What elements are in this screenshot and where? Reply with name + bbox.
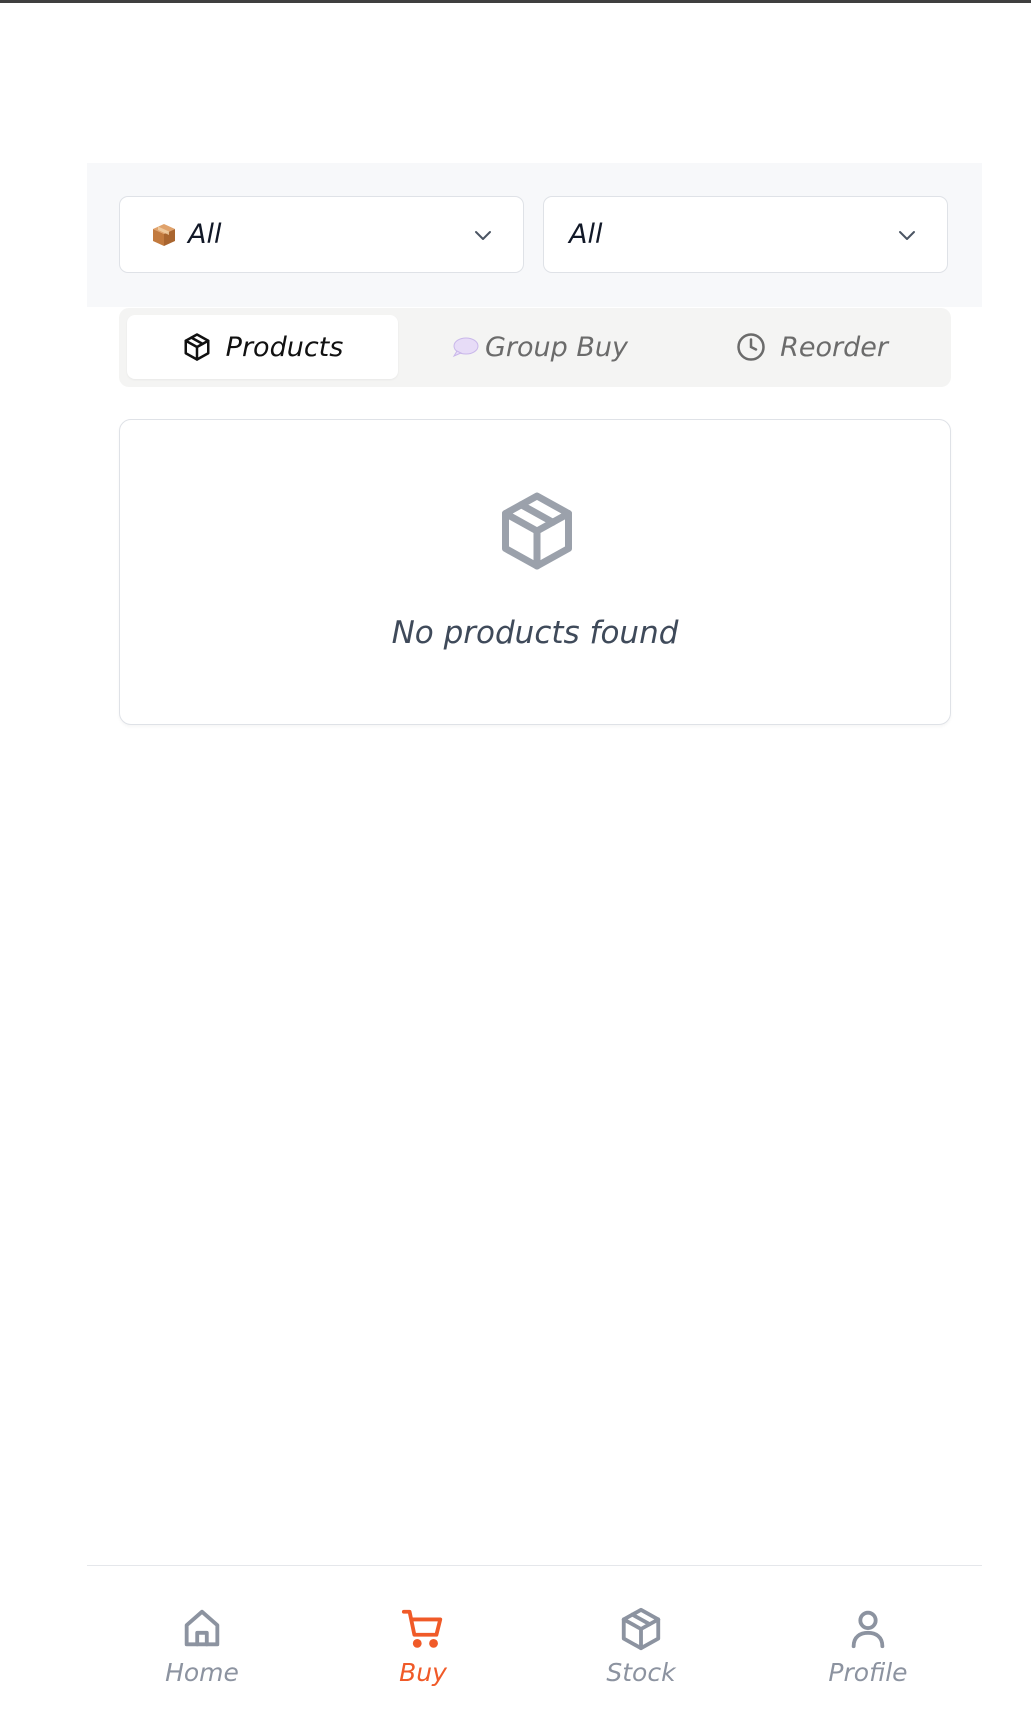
empty-state-card: No products found	[119, 419, 951, 725]
nav-stock-label: Stock	[606, 1658, 676, 1687]
tab-products[interactable]: Products	[127, 315, 398, 379]
chevron-down-icon	[899, 231, 915, 240]
tab-products-label: Products	[225, 331, 344, 363]
tab-reorder[interactable]: Reorder	[681, 315, 943, 379]
nav-home[interactable]: Home	[132, 1606, 272, 1687]
nav-profile-label: Profile	[828, 1658, 908, 1687]
category-filter-select[interactable]: All	[119, 196, 524, 273]
tab-group-buy-label: Group Buy	[485, 331, 628, 363]
cube-icon	[502, 492, 572, 570]
secondary-filter-select[interactable]: All	[543, 196, 948, 273]
cube-icon	[182, 332, 212, 362]
user-icon	[851, 1610, 885, 1649]
secondary-filter-value: All	[569, 219, 603, 250]
nav-stock[interactable]: Stock	[571, 1606, 711, 1687]
clock-icon	[736, 332, 766, 362]
package-emoji-icon	[150, 221, 178, 249]
cart-icon	[401, 1609, 443, 1648]
bottom-navigation: Home Buy Stock Profile	[87, 1565, 982, 1717]
view-tabs: Products Group Buy Reorder	[119, 308, 951, 387]
nav-buy-label: Buy	[399, 1658, 447, 1687]
tab-group-buy[interactable]: Group Buy	[404, 315, 675, 379]
speech-bubble-icon	[451, 336, 479, 358]
nav-buy[interactable]: Buy	[353, 1606, 493, 1687]
app-container: All All Products Group Buy Reorder No pr…	[87, 163, 982, 1717]
nav-profile[interactable]: Profile	[798, 1606, 938, 1687]
filter-bar: All All	[87, 163, 982, 307]
window-top-border	[0, 0, 1031, 3]
cube-icon	[621, 1607, 661, 1651]
category-filter-value: All	[188, 219, 222, 250]
tab-reorder-label: Reorder	[780, 331, 888, 363]
nav-home-label: Home	[165, 1658, 239, 1687]
home-icon	[184, 1609, 220, 1647]
empty-state-message: No products found	[391, 615, 679, 651]
chevron-down-icon	[475, 231, 491, 240]
